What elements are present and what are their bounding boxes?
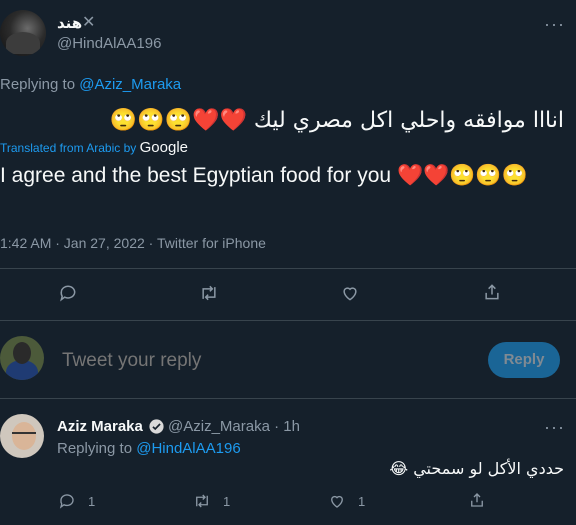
- translation-attribution[interactable]: Translated from Arabic by Google: [0, 139, 188, 156]
- share-icon[interactable]: [468, 491, 486, 509]
- retweet-icon[interactable]: [198, 283, 220, 303]
- reply-icon[interactable]: [58, 283, 78, 303]
- like-count: 1: [358, 494, 366, 509]
- x-icon: ✕: [82, 14, 96, 31]
- replying-prefix: Replying to: [0, 76, 80, 93]
- replying-to-link[interactable]: @Aziz_Maraka: [79, 76, 181, 93]
- like-icon[interactable]: [340, 283, 360, 303]
- reply-author-avatar[interactable]: [0, 414, 44, 458]
- author-display-name[interactable]: هند: [57, 14, 82, 32]
- retweet-icon[interactable]: [192, 492, 212, 510]
- replying-to-line: Replying to @Aziz_Maraka: [0, 76, 181, 93]
- reply-button[interactable]: Reply: [488, 342, 560, 378]
- current-user-avatar[interactable]: [0, 336, 44, 380]
- more-icon[interactable]: ···: [544, 417, 565, 438]
- reply-text: حددي الأكل لو سمحتي 😂: [389, 459, 564, 478]
- reply-icon[interactable]: [58, 492, 76, 510]
- author-avatar[interactable]: [0, 10, 46, 56]
- reply-input[interactable]: [60, 349, 464, 373]
- divider: [0, 398, 576, 399]
- reply-replying-prefix: Replying to: [57, 440, 137, 457]
- divider: [0, 320, 576, 321]
- reply-author-handle[interactable]: @Aziz_Maraka: [168, 418, 270, 435]
- reply-count: 1: [88, 494, 96, 509]
- divider: [0, 268, 576, 269]
- like-icon[interactable]: [328, 492, 346, 510]
- google-logo: Google: [139, 139, 188, 156]
- reply-replying-to-link[interactable]: @HindAlAA196: [136, 440, 240, 457]
- reply-author-handle-time[interactable]: @Aziz_Maraka · 1h: [168, 418, 300, 435]
- reply-replying-to-line: Replying to @HindAlAA196: [57, 440, 241, 457]
- author-handle[interactable]: @HindAlAA196: [57, 35, 161, 52]
- retweet-count: 1: [223, 494, 231, 509]
- translated-label: Translated from Arabic by: [0, 141, 137, 155]
- more-icon[interactable]: ···: [544, 14, 565, 35]
- share-icon[interactable]: [482, 282, 502, 302]
- tweet-text-translation: I agree and the best Egyptian food for y…: [0, 164, 528, 187]
- reply-author-name[interactable]: Aziz Maraka: [57, 418, 143, 435]
- tweet-meta[interactable]: 1:42 AM · Jan 27, 2022 · Twitter for iPh…: [0, 235, 266, 251]
- tweet-text-original: انااا موافقه واحلي اكل مصري ليك ❤️❤️🙄🙄🙄: [109, 108, 564, 133]
- reply-time[interactable]: · 1h: [274, 418, 300, 435]
- verified-icon: [148, 418, 165, 440]
